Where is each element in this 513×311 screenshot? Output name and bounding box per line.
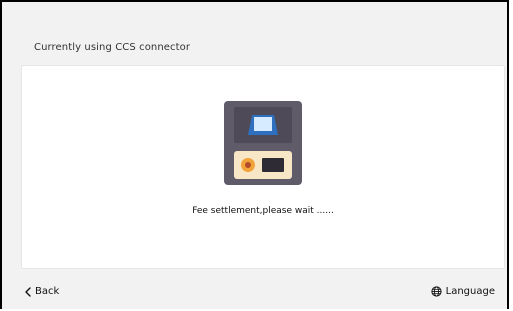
page-title: Currently using CCS connector	[34, 42, 191, 53]
status-message: Fee settlement,please wait ......	[192, 206, 334, 216]
language-button[interactable]: Language	[431, 286, 495, 297]
globe-icon	[431, 286, 442, 297]
back-label: Back	[35, 286, 60, 297]
back-button[interactable]: Back	[24, 286, 59, 297]
footer: Back Language	[2, 275, 507, 309]
charger-icon	[224, 101, 302, 185]
language-label: Language	[445, 286, 495, 297]
status-card: Fee settlement,please wait ......	[21, 65, 505, 269]
chevron-left-icon	[24, 286, 32, 297]
app-frame: Currently using CCS connector Fee settle…	[0, 0, 509, 309]
